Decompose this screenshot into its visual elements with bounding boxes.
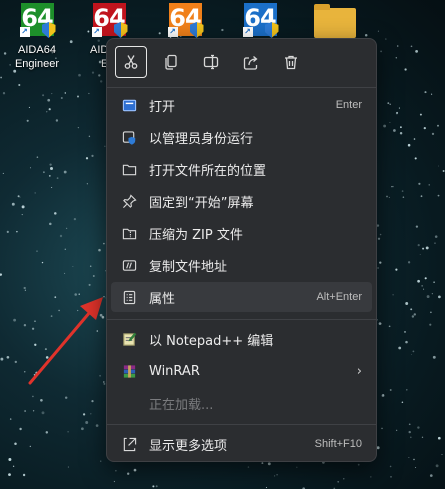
delete-button[interactable] bbox=[275, 46, 307, 78]
chevron-right-icon: › bbox=[356, 363, 362, 379]
zip-icon bbox=[121, 225, 137, 241]
menu-item-copy-path[interactable]: 复制文件地址 bbox=[111, 250, 372, 280]
open-icon bbox=[121, 97, 137, 113]
menu-divider bbox=[107, 319, 376, 320]
rename-button[interactable] bbox=[195, 46, 227, 78]
properties-icon bbox=[121, 289, 137, 305]
rename-icon bbox=[203, 54, 219, 70]
menu-item-open[interactable]: 打开 Enter bbox=[111, 90, 372, 120]
context-menu: 打开 Enter 以管理员身份运行 打开文件所在的位置 固定到“开始”屏幕 压缩… bbox=[106, 38, 377, 462]
cut-icon bbox=[124, 55, 138, 69]
context-menu-toolbar bbox=[115, 46, 307, 80]
share-button[interactable] bbox=[235, 46, 267, 78]
pin-icon bbox=[121, 193, 137, 209]
menu-item-open-file-location[interactable]: 打开文件所在的位置 bbox=[111, 154, 372, 184]
menu-item-show-more-options[interactable]: 显示更多选项 Shift+F10 bbox=[111, 429, 372, 459]
copy-icon bbox=[165, 54, 177, 70]
menu-divider bbox=[107, 87, 376, 88]
folder-icon bbox=[121, 161, 137, 177]
menu-item-compress-zip[interactable]: 压缩为 ZIP 文件 bbox=[111, 218, 372, 248]
menu-item-run-as-admin[interactable]: 以管理员身份运行 bbox=[111, 122, 372, 152]
cut-button[interactable] bbox=[115, 46, 147, 78]
menu-divider bbox=[107, 424, 376, 425]
copy-path-icon bbox=[121, 257, 137, 273]
menu-item-winrar[interactable]: WinRAR › bbox=[111, 356, 372, 386]
delete-icon bbox=[285, 55, 297, 70]
copy-button[interactable] bbox=[155, 46, 187, 78]
menu-item-pin-to-start[interactable]: 固定到“开始”屏幕 bbox=[111, 186, 372, 216]
shield-icon bbox=[121, 129, 137, 145]
menu-item-loading: 正在加载... bbox=[149, 397, 214, 413]
share-icon bbox=[243, 56, 258, 70]
menu-item-notepadpp[interactable]: 以 Notepad++ 编辑 bbox=[111, 324, 372, 354]
more-options-icon bbox=[121, 436, 137, 452]
menu-item-properties[interactable]: 属性 Alt+Enter bbox=[111, 282, 372, 312]
notepadpp-icon bbox=[121, 331, 137, 347]
winrar-icon bbox=[121, 363, 137, 379]
